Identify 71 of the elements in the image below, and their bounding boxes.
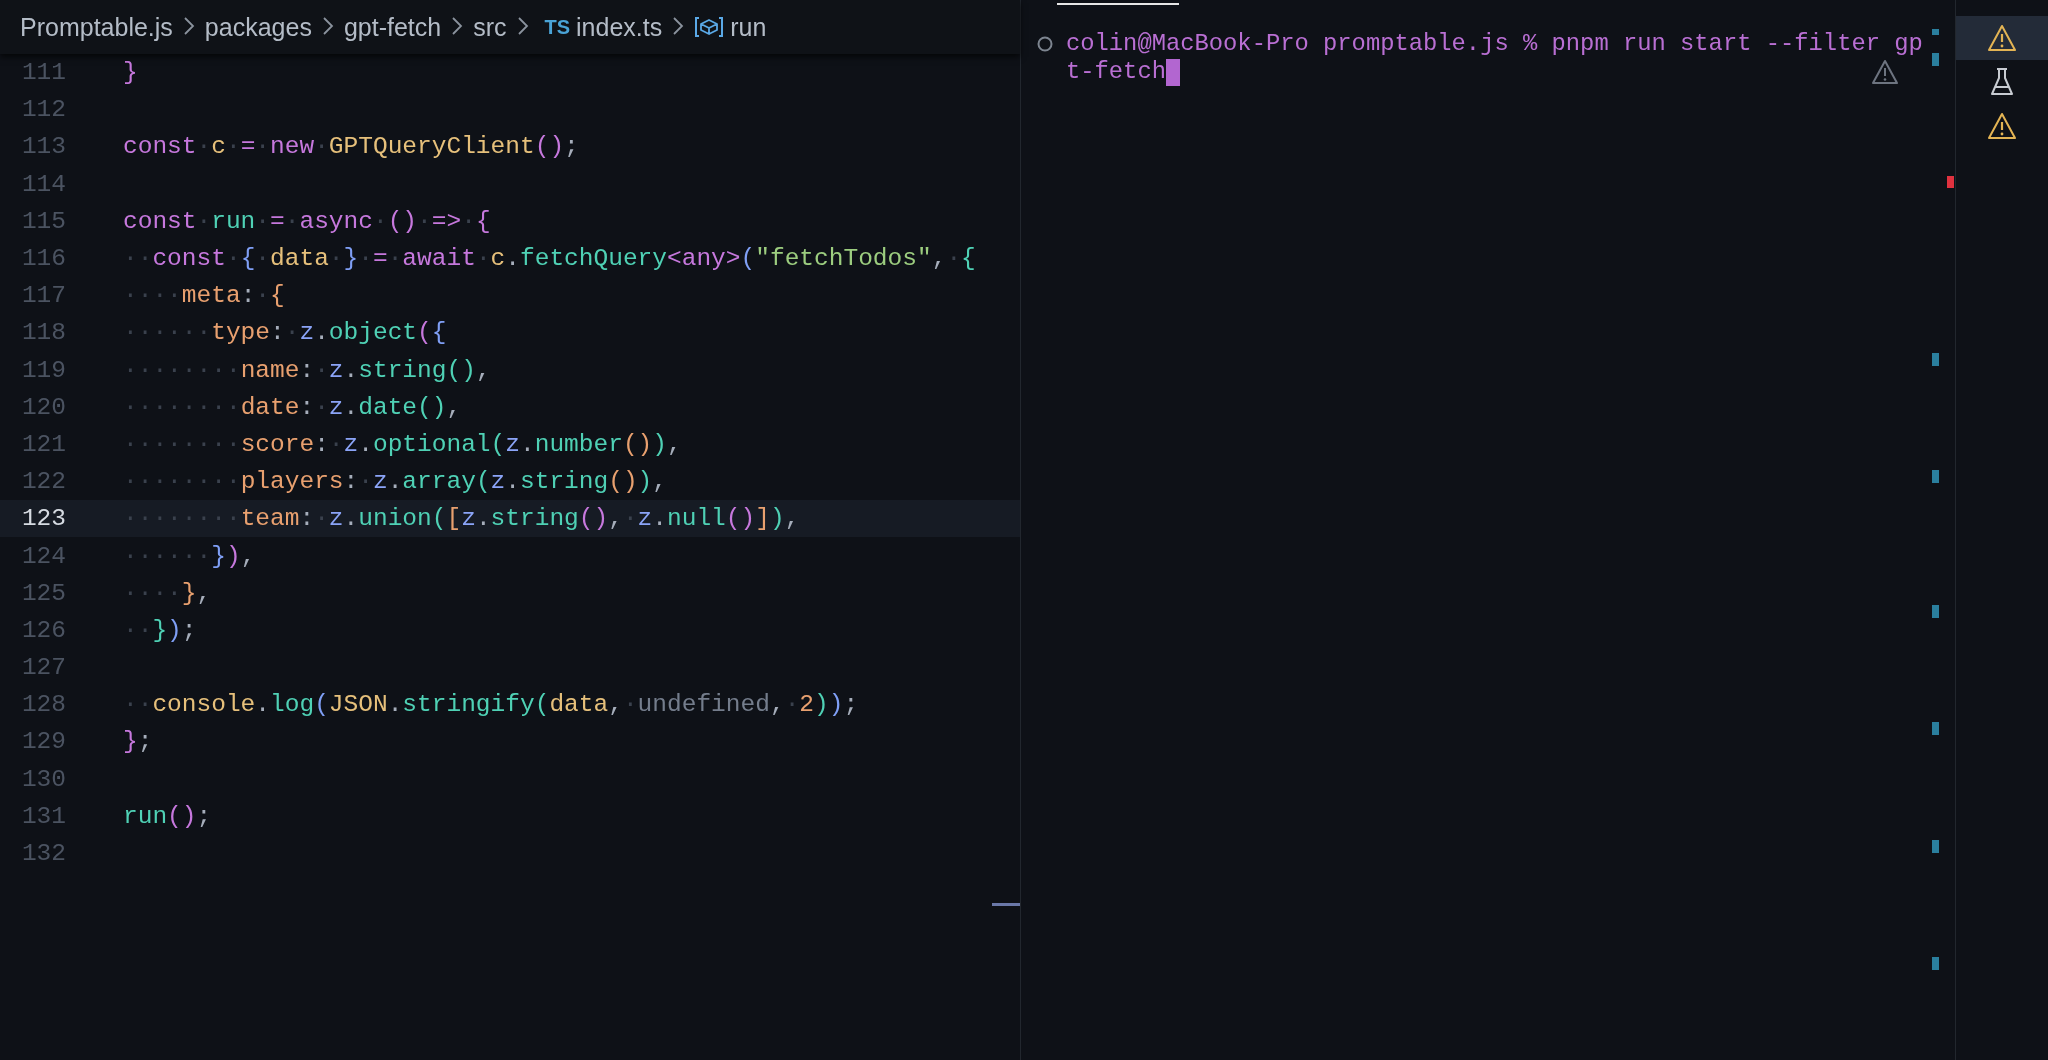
line-number: 123 [20,505,66,533]
breadcrumb-item[interactable]: index.ts [576,12,663,42]
code-line: ······}), [123,542,256,570]
code-line: ··const·{·data·}·=·await·c.fetchQuery<any>("fetchTodos",·{ [123,245,976,273]
scrollbar-marker [992,903,1020,906]
line-number: 128 [20,691,66,719]
line-number: 116 [20,245,66,273]
flask-icon [1989,67,2015,97]
code-line: ······type:·z.object({ [123,319,447,347]
cube-bracket-icon [694,16,725,38]
chevron-icon [516,15,529,36]
code-line: ········team:·z.union([z.string(),·z.null()]), [123,505,800,533]
code-line: run(); [123,802,212,830]
code-line: ········players:·z.array(z.string()), [123,468,667,496]
breadcrumb-item[interactable]: gpt-fetch [343,12,442,42]
line-number: 130 [20,765,66,793]
line-number: 119 [20,356,66,384]
line-number: 132 [20,840,66,868]
code-line: ········name:·z.string(), [123,356,491,384]
chevron-icon [321,15,334,36]
line-number: 129 [20,728,66,756]
text-cursor [1165,58,1180,86]
code-line: ····meta:·{ [123,282,285,310]
line-number: 126 [20,616,66,644]
scrollbar-marker [1932,840,1939,853]
scrollbar-marker [1932,722,1939,735]
line-number: 122 [20,468,66,496]
code-line: }; [123,728,153,756]
line-number: 117 [20,282,66,310]
scrollbar-marker [1932,470,1939,483]
code-line: const·run·=·async·()·=>·{ [123,207,491,235]
line-number: 124 [20,542,66,570]
code-line: ····}, [123,579,212,607]
error-marker [1947,176,1954,188]
line-number: 111 [20,59,66,87]
code-line: ········score:·z.optional(z.number()), [123,430,682,458]
code-line: } [123,59,138,87]
circle-icon [1036,34,1054,54]
scrollbar-marker [1932,29,1939,35]
line-number: 121 [20,430,66,458]
chevron-icon [182,15,195,36]
code-line: const·c·=·new·GPTQueryClient(); [123,133,579,161]
scrollbar-marker [1932,53,1939,66]
chevron-icon [451,15,464,36]
line-number: 115 [20,207,66,235]
breadcrumb-item[interactable]: Promptable.js [20,12,173,42]
line-number: 125 [20,579,66,607]
line-number: 127 [20,654,66,682]
warning-icon [1987,112,2017,140]
terminal-list-item[interactable] [1956,16,2048,60]
terminal-text: colin@MacBook-Pro promptable.js % pnpm run start --filter gp [1066,30,1923,58]
scrollbar-marker [1932,957,1939,970]
warning-icon [1871,59,1899,85]
breadcrumb-item[interactable]: run [730,12,767,42]
scrollbar-marker [1932,605,1939,618]
terminal-text: t-fetch [1066,58,1166,86]
line-number: 131 [20,802,66,830]
line-number: 114 [20,170,66,198]
line-number: 112 [20,96,66,124]
code-line: ··}); [123,616,197,644]
chevron-icon [672,15,685,36]
typescript-label: TS [544,15,571,39]
warning-icon [1987,24,2017,52]
line-number: 113 [20,133,66,161]
breadcrumb-item[interactable]: packages [204,12,312,42]
breadcrumb-item[interactable]: src [473,12,507,42]
scrollbar-marker [1932,353,1939,366]
code-line: ········date:·z.date(), [123,393,462,421]
line-number: 118 [20,319,66,347]
line-number: 120 [20,393,66,421]
code-line: ··console.log(JSON.stringify(data,·undefined,·2)); [123,691,859,719]
